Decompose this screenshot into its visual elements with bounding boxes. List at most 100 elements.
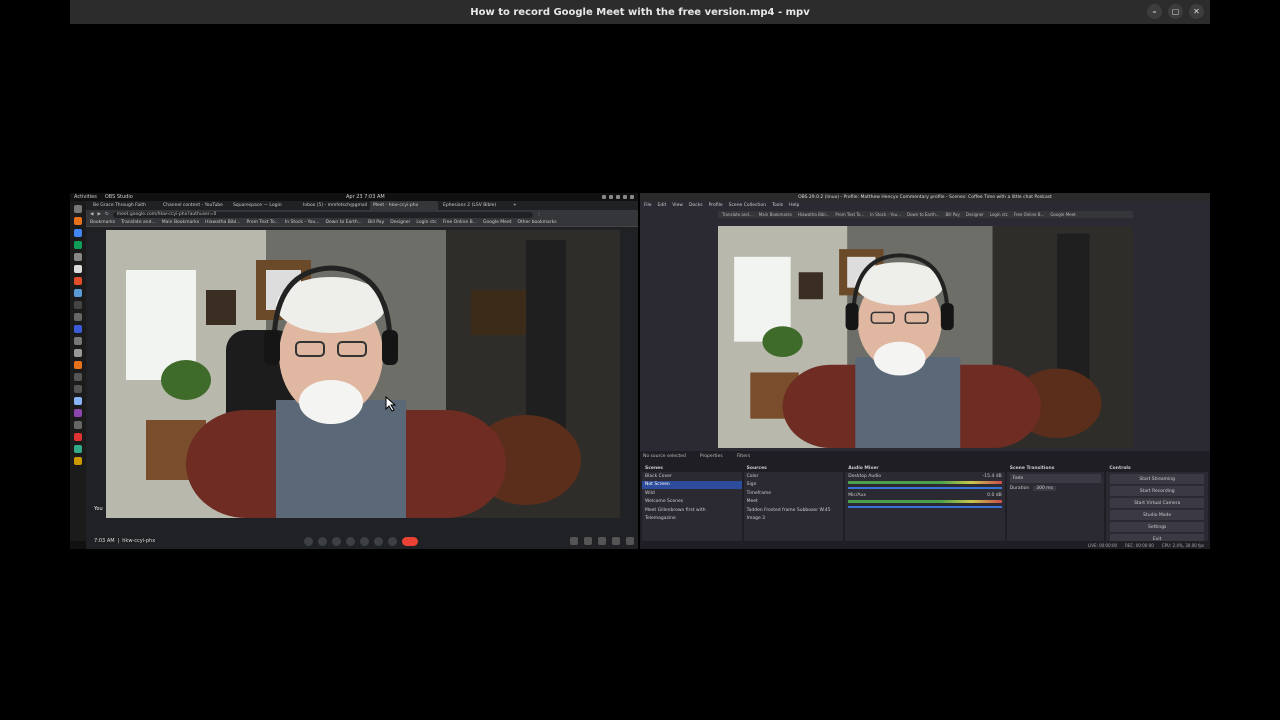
app-icon[interactable] (74, 457, 82, 465)
menu-help[interactable]: Help (789, 203, 799, 208)
menu-view[interactable]: View (672, 203, 683, 208)
menu-profile[interactable]: Profile (709, 203, 723, 208)
bookmark-item[interactable]: Login ctc (416, 220, 436, 225)
bookmark-item[interactable]: Translate and... (121, 220, 156, 225)
source-item[interactable]: Meet (744, 498, 844, 507)
bookmark-item[interactable]: Prom Text To... (246, 220, 278, 225)
scene-item-selected[interactable]: Not Screen (642, 480, 742, 489)
reload-icon[interactable]: ↻ (105, 212, 109, 217)
document-icon[interactable] (74, 397, 82, 405)
editor-icon[interactable] (74, 265, 82, 273)
source-item[interactable]: Tadden Frosted frame Subboxer W.45 (744, 506, 844, 515)
preview-bookmark: In Stock - You... (870, 212, 902, 217)
app-dock (70, 201, 86, 541)
app-icon[interactable] (74, 361, 82, 369)
app-icon[interactable] (74, 409, 82, 417)
menu-docks[interactable]: Docks (689, 203, 703, 208)
source-item[interactable]: Sign (744, 481, 844, 490)
start-recording-button[interactable]: Start Recording (1110, 486, 1204, 496)
menu-edit[interactable]: Edit (658, 203, 667, 208)
maximize-button[interactable]: ▢ (1168, 4, 1183, 19)
info-icon[interactable] (570, 537, 578, 545)
browser-tab[interactable]: Be Grace Through Faith (90, 201, 158, 210)
bookmark-item[interactable]: Bookmarks (90, 220, 115, 225)
captions-button[interactable] (332, 537, 341, 546)
properties-button[interactable]: Properties (700, 454, 723, 459)
settings-button[interactable]: Settings (1110, 522, 1204, 532)
apps-grid-icon[interactable] (74, 205, 82, 213)
chrome-icon[interactable] (74, 229, 82, 237)
edge-icon[interactable] (74, 241, 82, 249)
filters-button[interactable]: Filters (737, 454, 751, 459)
present-button[interactable] (360, 537, 369, 546)
activities-icon[interactable] (612, 537, 620, 545)
new-tab-icon[interactable]: + (510, 201, 520, 210)
app-icon[interactable] (74, 421, 82, 429)
duration-input[interactable]: 300 ms (1033, 486, 1056, 492)
end-call-button[interactable] (402, 537, 418, 546)
transition-select[interactable]: Fade (1009, 474, 1102, 483)
source-item[interactable]: Image 3 (744, 515, 844, 524)
minimize-button[interactable]: – (1147, 4, 1162, 19)
disk-icon[interactable] (74, 349, 82, 357)
close-button[interactable]: ✕ (1189, 4, 1204, 19)
emoji-button[interactable] (346, 537, 355, 546)
bookmark-item[interactable]: Down to Earth... (326, 220, 363, 225)
raise-hand-button[interactable] (374, 537, 383, 546)
browser-tab[interactable]: Squarespace — Login (230, 201, 298, 210)
bookmark-item[interactable]: In Stock - You... (285, 220, 320, 225)
forward-icon[interactable]: ▶ (97, 212, 100, 217)
bookmark-item[interactable]: Bill Pay (368, 220, 384, 225)
bookmark-item[interactable]: Main Bookmarks (162, 220, 199, 225)
chat-icon[interactable] (598, 537, 606, 545)
bookmark-item[interactable]: Designer (390, 220, 410, 225)
preview-bookmark: Bill Pay (945, 212, 960, 217)
files-icon[interactable] (74, 253, 82, 261)
dots-icon[interactable] (74, 325, 82, 333)
app-icon[interactable] (74, 445, 82, 453)
bookmark-item[interactable]: Other bookmarks (517, 220, 556, 225)
browser-tab[interactable]: Ephesians 2 (LSV Bible) (440, 201, 508, 210)
image-viewer-icon[interactable] (74, 289, 82, 297)
obs-icon[interactable] (74, 301, 82, 309)
settings-icon[interactable] (74, 337, 82, 345)
studio-mode-button[interactable]: Studio Mode (1110, 510, 1204, 520)
self-view-label: You (94, 506, 103, 512)
scene-item[interactable]: Telemagazine (642, 515, 742, 524)
camera-button[interactable] (318, 537, 327, 546)
bookmark-item[interactable]: Google Meet (483, 220, 511, 225)
menu-tools[interactable]: Tools (772, 203, 783, 208)
ubuntu-software-icon[interactable] (74, 277, 82, 285)
source-item[interactable]: Color (744, 472, 844, 481)
app-icon[interactable] (74, 385, 82, 393)
video-frame[interactable]: Activities OBS Studio Apr 23 7:03 AM Be … (70, 193, 1210, 549)
menu-scene-collection[interactable]: Scene Collection (729, 203, 766, 208)
start-streaming-button[interactable]: Start Streaming (1110, 474, 1204, 484)
scene-item[interactable]: Welcome Scenes (642, 498, 742, 507)
browser-tab-active[interactable]: Meet - hkw-ccyi-phx (370, 201, 438, 210)
people-icon[interactable] (584, 537, 592, 545)
scene-item[interactable]: Meet Gillenbrown first with (642, 506, 742, 515)
address-bar[interactable]: meet.google.com/hkw-ccyi-phx?authuser=0 (112, 211, 533, 218)
volume-slider[interactable] (848, 487, 1002, 489)
obs-preview[interactable]: Translate and... Main Bookmarks Hiawatha… (640, 209, 1210, 451)
more-options-button[interactable] (388, 537, 397, 546)
virtual-camera-button[interactable]: Start Virtual Camera (1110, 498, 1204, 508)
volume-slider[interactable] (848, 506, 1002, 508)
app-icon[interactable] (74, 373, 82, 381)
lock-icon[interactable] (626, 537, 634, 545)
bookmark-item[interactable]: Hiawatha Bibl... (205, 220, 240, 225)
terminal-icon[interactable] (74, 313, 82, 321)
brave-icon[interactable] (74, 217, 82, 225)
browser-tab[interactable]: Channel content - YouTube (160, 201, 228, 210)
scene-item[interactable]: Black Cover (642, 472, 742, 481)
mic-button[interactable] (304, 537, 313, 546)
browser-tab[interactable]: Inbox (5) - mmfetsch@gmail (300, 201, 368, 210)
back-icon[interactable]: ◀ (90, 212, 93, 217)
source-item[interactable]: Timeframe (744, 489, 844, 498)
extensions-icon[interactable]: ⋮ (537, 212, 542, 217)
menu-file[interactable]: File (644, 203, 652, 208)
app-icon[interactable] (74, 433, 82, 441)
bookmark-item[interactable]: Free Online B... (443, 220, 477, 225)
scene-item[interactable]: Wild (642, 489, 742, 498)
